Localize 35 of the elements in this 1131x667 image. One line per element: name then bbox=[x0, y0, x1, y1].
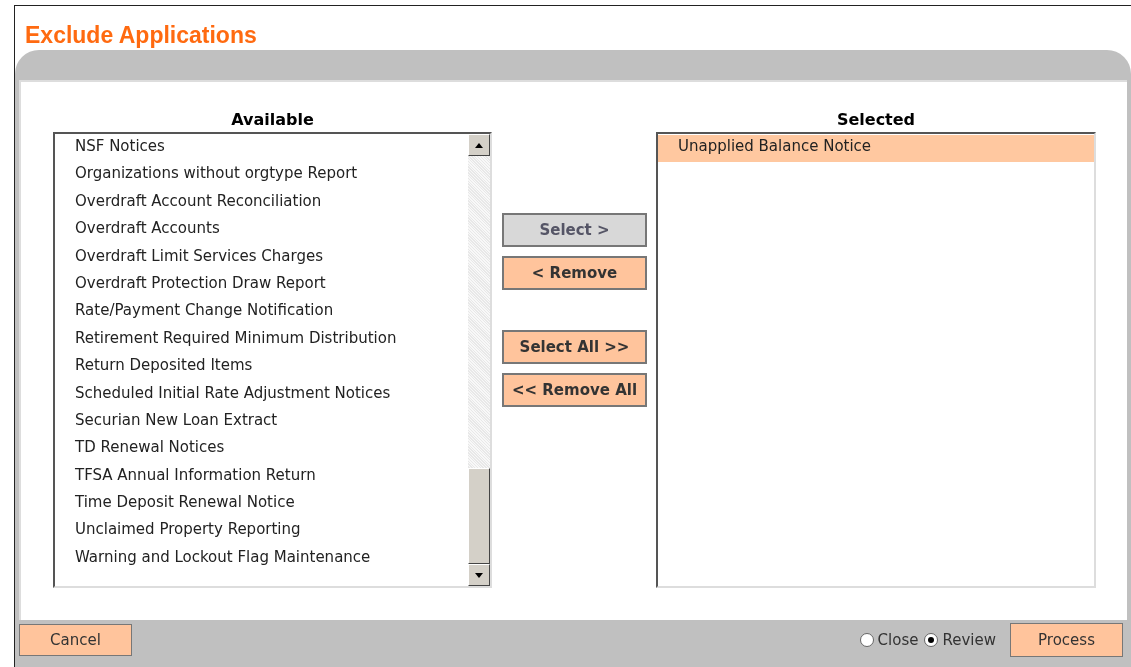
scroll-up-icon[interactable] bbox=[468, 134, 490, 156]
scrollbar[interactable] bbox=[468, 134, 490, 586]
cancel-button[interactable]: Cancel bbox=[19, 624, 132, 656]
list-item[interactable]: Retirement Required Minimum Distribution bbox=[55, 326, 468, 355]
list-item[interactable]: Overdraft Accounts bbox=[55, 217, 468, 245]
list-item[interactable]: Overdraft Limit Services Charges bbox=[55, 244, 468, 272]
list-item[interactable]: TFSA Annual Information Return bbox=[55, 463, 468, 492]
transfer-button[interactable]: << Remove All bbox=[502, 373, 647, 407]
list-item[interactable]: Rate/Payment Change Notification bbox=[55, 299, 468, 327]
radio-button[interactable] bbox=[924, 633, 939, 647]
list-box[interactable]: Unapplied Balance Notice bbox=[656, 132, 1096, 588]
column-heading: Available bbox=[230, 109, 315, 131]
list-item[interactable]: Securian New Loan Extract bbox=[55, 408, 468, 437]
radio-button[interactable] bbox=[859, 633, 874, 647]
list-item[interactable]: Overdraft Protection Draw Report bbox=[55, 271, 468, 300]
list-item[interactable]: Organizations without orgtype Report bbox=[55, 162, 468, 190]
list-item[interactable]: Scheduled Initial Rate Adjustment Notices bbox=[55, 381, 468, 409]
transfer-button[interactable]: < Remove bbox=[502, 256, 647, 290]
page-title: Exclude Applications bbox=[24, 21, 258, 50]
list-item[interactable]: Return Deposited Items bbox=[55, 354, 468, 382]
radio-label: Review bbox=[942, 629, 996, 651]
list-item[interactable]: NSF Notices bbox=[55, 135, 468, 163]
list-item[interactable]: Overdraft Account Reconciliation bbox=[55, 189, 468, 218]
list-box[interactable] bbox=[53, 132, 492, 588]
list-item[interactable]: Warning and Lockout Flag Maintenance bbox=[55, 545, 468, 574]
list-item[interactable]: TD Renewal Notices bbox=[55, 436, 468, 464]
list-item[interactable]: Unapplied Balance Notice bbox=[658, 135, 1094, 163]
process-button[interactable]: Process bbox=[1010, 623, 1123, 657]
scroll-down-icon[interactable] bbox=[468, 564, 490, 586]
radio-label: Close bbox=[877, 629, 919, 651]
list-item[interactable]: Unclaimed Property Reporting bbox=[55, 518, 468, 546]
scroll-thumb[interactable] bbox=[468, 468, 490, 564]
list-item[interactable]: Time Deposit Renewal Notice bbox=[55, 491, 468, 519]
column-heading: Selected bbox=[835, 109, 917, 131]
transfer-button[interactable]: Select All >> bbox=[502, 330, 647, 364]
